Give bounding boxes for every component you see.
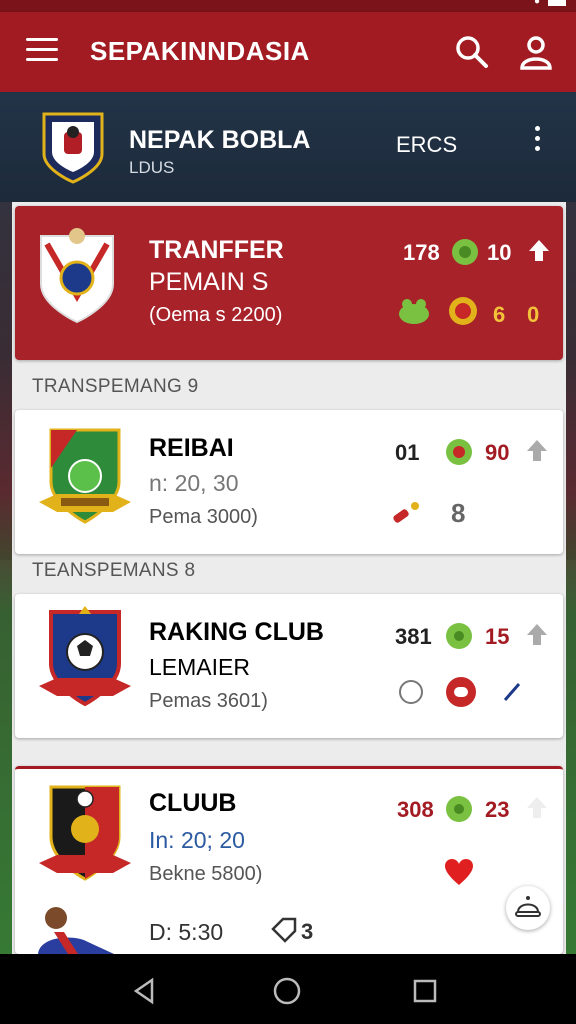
tag-icon	[271, 917, 297, 943]
club-name: CLUUB	[149, 789, 237, 817]
featured-title-line2: PEMAIN S	[149, 268, 269, 296]
green-badge-icon	[446, 439, 472, 465]
profile-icon[interactable]	[518, 34, 554, 70]
whistle-icon	[393, 502, 419, 523]
transfer-fee: Bekne 5800)	[149, 863, 263, 885]
red-badge-icon	[446, 677, 476, 707]
club-stat-rank: 23	[485, 797, 510, 822]
transfer-card[interactable]: RAKING CLUB LEMAIER Pemas 3601) 381 15	[15, 594, 563, 738]
club-stat-tags: 3	[301, 919, 314, 944]
club-name: REIBAI	[149, 434, 234, 462]
green-badge-icon	[446, 623, 472, 649]
section-label-2: TEANSPEMANS 8	[32, 560, 196, 581]
transfer-fee: Pema 3000)	[149, 506, 258, 528]
arrow-up-icon	[527, 440, 547, 461]
featured-title-line1: TRANFFER	[149, 236, 284, 264]
transfer-list[interactable]: TRANFFER PEMAIN S (Oema s 2200) 178 10 6…	[12, 202, 566, 954]
app-title: SEPAKINNDASIA	[90, 36, 310, 66]
green-badge-icon	[446, 796, 472, 822]
club-subtitle: LDUS	[129, 158, 175, 177]
club-subtitle: LEMAIER	[149, 654, 250, 680]
featured-stat-a: 6	[493, 302, 506, 327]
recents-icon[interactable]	[410, 976, 440, 1006]
heart-icon[interactable]	[443, 857, 475, 887]
match-time: D: 5:30	[149, 919, 224, 945]
club-crest-icon	[42, 112, 104, 184]
gold-crest-icon	[449, 297, 477, 325]
frog-mascot-icon	[399, 299, 429, 324]
transfer-fee: Pemas 3601)	[149, 690, 268, 712]
club-name: NEPAK BOBLA	[129, 126, 311, 154]
club-logo-icon	[39, 606, 131, 707]
featured-transfer-card[interactable]: TRANFFER PEMAIN S (Oema s 2200) 178 10 6…	[15, 206, 563, 360]
club-name: RAKING CLUB	[149, 618, 324, 646]
more-options-icon[interactable]	[530, 126, 544, 158]
club-logo-icon	[39, 785, 131, 881]
app-bar: SEPAKINNDASIA	[0, 12, 576, 92]
signal-icon: ●	[533, 0, 540, 7]
green-badge-icon	[452, 239, 478, 265]
arrow-up-icon	[529, 240, 549, 261]
club-stat-count: 01	[395, 440, 420, 465]
circle-outline-icon[interactable]	[397, 678, 425, 706]
arrow-up-icon	[527, 624, 547, 645]
search-icon[interactable]	[454, 34, 490, 70]
transfer-card[interactable]: REIBAI n: 20, 30 Pema 3000) 01 90 8	[15, 410, 563, 554]
section-label-1: TRANSPEMANG 9	[32, 376, 199, 397]
club-stat-points: 8	[451, 498, 466, 528]
club-logo-icon	[39, 428, 131, 524]
transfer-date: n: 20, 30	[149, 470, 239, 496]
club-stat-rank: 90	[485, 440, 510, 465]
club-tag[interactable]: ERCS	[396, 132, 457, 158]
featured-subtitle: (Oema s 2200)	[149, 304, 283, 326]
back-icon[interactable]	[130, 976, 160, 1006]
robot-icon	[515, 896, 541, 917]
system-nav-bar	[0, 954, 576, 1024]
club-stat-count: 381	[395, 624, 432, 649]
club-logo-icon	[40, 228, 114, 324]
featured-stat-count: 178	[403, 240, 440, 265]
feather-icon	[503, 683, 521, 701]
battery-icon	[548, 0, 566, 6]
club-stat-rank: 15	[485, 624, 510, 649]
player-avatar	[38, 907, 114, 954]
menu-icon[interactable]	[26, 38, 58, 66]
status-bar: ●	[0, 0, 576, 12]
transfer-date: In: 20; 20	[149, 827, 245, 853]
featured-stat-b: 0	[527, 302, 540, 327]
club-header[interactable]: NEPAK BOBLA LDUS ERCS	[0, 92, 576, 202]
home-icon[interactable]	[272, 976, 302, 1006]
chatbot-button[interactable]	[506, 886, 550, 930]
arrow-up-icon	[527, 797, 547, 818]
featured-stat-rank: 10	[487, 240, 512, 265]
club-stat-count: 308	[397, 797, 434, 822]
